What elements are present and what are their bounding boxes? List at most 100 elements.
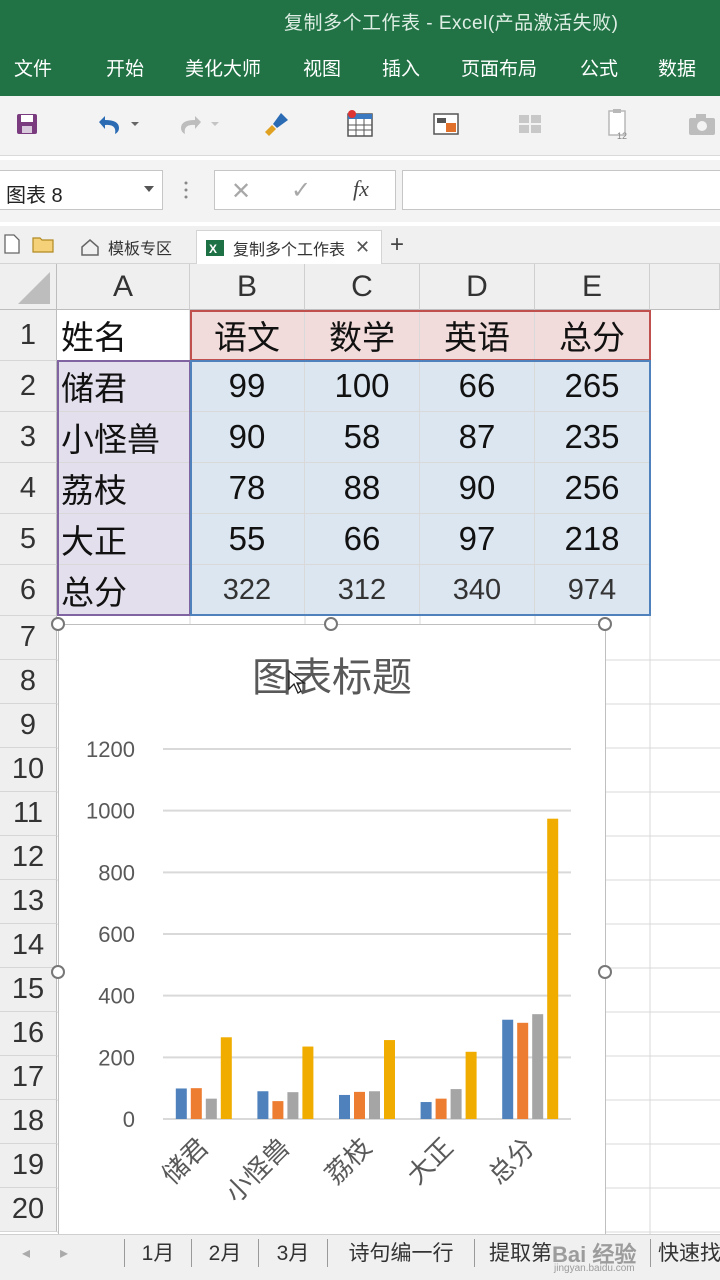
cell-a1[interactable]: 姓名 [57,310,190,361]
chart-object[interactable]: 图表标题 0 200 400 600 800 1000 1200 储君 小怪兽 荔枝 大正 总分 [58,624,606,1244]
cell-e2[interactable]: 265 [535,361,650,412]
row-header[interactable]: 8 [0,660,57,704]
cell-e4[interactable]: 256 [535,463,650,514]
bar[interactable] [257,1091,269,1119]
close-icon[interactable]: ✕ [355,237,370,258]
resize-handle-top-right[interactable] [598,617,612,631]
form-button[interactable] [430,106,462,142]
row-header[interactable]: 10 [0,748,57,792]
resize-handle-top-left[interactable] [51,617,65,631]
scroll-left-icon[interactable]: ◂ [22,1243,30,1263]
cell-a3[interactable]: 小怪兽 [57,412,190,463]
column-header-a[interactable]: A [57,264,190,310]
cell-b3[interactable]: 90 [190,412,305,463]
row-header[interactable]: 1 [0,310,57,361]
clipboard-button[interactable]: 12 [602,106,634,142]
menu-insert[interactable]: 插入 [382,54,420,81]
menu-file[interactable]: 文件 [14,54,52,81]
scroll-right-icon[interactable]: ▸ [60,1243,68,1263]
row-header[interactable]: 11 [0,792,57,836]
cell-e1[interactable]: 总分 [535,310,650,361]
column-header-f[interactable] [650,264,720,310]
bar[interactable] [175,1088,187,1119]
cell-d5[interactable]: 97 [420,514,535,565]
confirm-icon[interactable]: ✓ [291,176,311,205]
cell-b2[interactable]: 99 [190,361,305,412]
bar[interactable] [465,1051,477,1119]
bar[interactable] [354,1091,365,1119]
undo-button[interactable] [92,106,142,142]
cell-b6[interactable]: 322 [190,565,305,616]
sheet-tab-mar[interactable]: 3月 [259,1235,327,1269]
row-header[interactable]: 20 [0,1188,57,1232]
row-header[interactable]: 18 [0,1100,57,1144]
bar[interactable] [339,1094,350,1119]
row-header[interactable]: 13 [0,880,57,924]
bar[interactable] [220,1037,232,1119]
cell-a6[interactable]: 总分 [57,565,190,616]
row-header[interactable]: 3 [0,412,57,463]
bar[interactable] [302,1046,314,1119]
bar[interactable] [502,1019,514,1119]
cell-d2[interactable]: 66 [420,361,535,412]
cell-b1[interactable]: 语文 [190,310,305,361]
row-header[interactable]: 15 [0,968,57,1012]
cell-c3[interactable]: 58 [305,412,420,463]
name-box[interactable]: 图表 8 [0,170,163,210]
bar[interactable] [190,1088,202,1119]
sheet-tab-jan[interactable]: 1月 [125,1235,191,1269]
drag-handle-icon[interactable] [184,180,188,200]
bar[interactable] [420,1102,432,1119]
cell-e5[interactable]: 218 [535,514,650,565]
select-all-corner[interactable] [0,264,57,310]
menu-page-layout[interactable]: 页面布局 [461,54,537,81]
column-header-d[interactable]: D [420,264,535,310]
resize-handle-top[interactable] [324,617,338,631]
folder-icon[interactable] [32,235,54,258]
bar[interactable] [272,1101,284,1119]
save-button[interactable] [12,106,42,142]
row-header[interactable]: 6 [0,565,57,616]
bar[interactable] [532,1014,544,1119]
cell-b4[interactable]: 78 [190,463,305,514]
cell-d1[interactable]: 英语 [420,310,535,361]
sheet-tab-feb[interactable]: 2月 [192,1235,258,1269]
cell-a4[interactable]: 荔枝 [57,463,190,514]
cell-c4[interactable]: 88 [305,463,420,514]
bar[interactable] [547,818,559,1119]
cell-a5[interactable]: 大正 [57,514,190,565]
column-header-e[interactable]: E [535,264,650,310]
row-header[interactable]: 4 [0,463,57,514]
row-header[interactable]: 14 [0,924,57,968]
layout-button[interactable] [514,106,546,142]
row-header[interactable]: 9 [0,704,57,748]
cell-c5[interactable]: 66 [305,514,420,565]
column-header-b[interactable]: B [190,264,305,310]
bar[interactable] [205,1098,217,1119]
cell-d3[interactable]: 87 [420,412,535,463]
bar[interactable] [435,1098,447,1119]
chevron-down-icon[interactable] [144,186,154,192]
tab-copy-sheets[interactable]: X 复制多个工作表 ✕ [196,230,382,264]
resize-handle-left[interactable] [51,965,65,979]
cancel-icon[interactable]: ✕ [231,177,251,206]
menu-formulas[interactable]: 公式 [580,54,618,81]
menu-home[interactable]: 开始 [106,54,144,81]
insert-function-icon[interactable]: fx [353,176,369,202]
row-header[interactable]: 16 [0,1012,57,1056]
bar[interactable] [369,1091,380,1119]
cell-e3[interactable]: 235 [535,412,650,463]
column-header-c[interactable]: C [305,264,420,310]
chart-title[interactable]: 图表标题 [252,656,412,700]
row-header[interactable]: 12 [0,836,57,880]
bar[interactable] [517,1022,529,1119]
cell-a2[interactable]: 储君 [57,361,190,412]
row-header[interactable]: 2 [0,361,57,412]
menu-view[interactable]: 视图 [303,54,341,81]
new-document-icon[interactable] [4,234,20,259]
row-header[interactable]: 5 [0,514,57,565]
bar[interactable] [384,1040,395,1119]
cell-b5[interactable]: 55 [190,514,305,565]
cell-e6[interactable]: 974 [535,565,650,616]
cell-d4[interactable]: 90 [420,463,535,514]
